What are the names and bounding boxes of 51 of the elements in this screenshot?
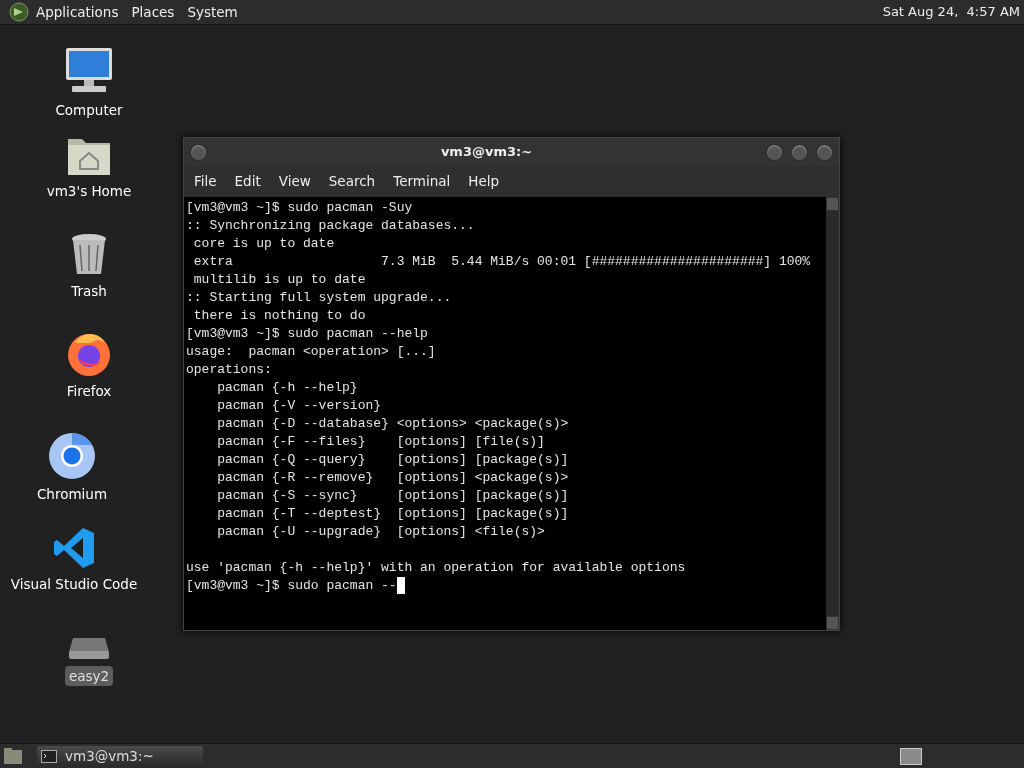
terminal-line: :: Starting full system upgrade... xyxy=(186,289,452,307)
window-title: vm3@vm3:~ xyxy=(439,143,534,162)
panel-menu[interactable]: Places xyxy=(131,1,175,23)
terminal-line: pacman {-U --upgrade} [options] <file(s)> xyxy=(216,523,545,541)
terminal-line: use 'pacman {-h --help}' with an operation for available options xyxy=(186,559,686,577)
desktop-icon-label[interactable]: Computer xyxy=(51,100,127,121)
terminal-line: multilib is up to date xyxy=(192,271,366,289)
terminal-line: core is up to date xyxy=(192,235,335,253)
terminal-line: operations: xyxy=(186,361,272,379)
menu-item[interactable]: View xyxy=(271,171,318,192)
menu-item[interactable]: Edit xyxy=(227,171,268,192)
terminal-line: usage: pacman <operation> [...] xyxy=(186,343,436,361)
terminal-line: pacman {-D --database} <options> <package(s)> xyxy=(216,415,569,433)
menu-item[interactable]: File xyxy=(187,171,224,192)
desktop-icon-label[interactable]: Firefox xyxy=(62,381,116,402)
terminal-icon xyxy=(41,749,57,763)
window-control-button[interactable] xyxy=(766,143,783,161)
terminal-line: pacman {-T --deptest} [options] [package(s)] xyxy=(216,505,569,523)
desktop-icon-label[interactable]: easy2 xyxy=(64,666,114,687)
terminal-line: pacman {-V --version} xyxy=(216,397,382,415)
desktop-icon-label[interactable]: vm3's Home xyxy=(42,181,136,202)
terminal-line: :: Synchronizing package databases... xyxy=(186,217,475,235)
panel-menu[interactable]: System xyxy=(187,1,238,23)
workspace-switcher[interactable] xyxy=(900,747,922,765)
window-control-button[interactable] xyxy=(791,143,808,161)
chromium-icon xyxy=(48,432,96,480)
panel-menu[interactable]: Applications xyxy=(36,1,119,23)
menu-item[interactable]: Search xyxy=(321,171,383,192)
terminal-line: [vm3@vm3 ~]$ sudo pacman --help xyxy=(186,325,428,343)
scrollbar[interactable] xyxy=(826,197,839,630)
menu-item[interactable]: Help xyxy=(461,171,507,192)
window-control-button[interactable] xyxy=(816,143,833,161)
terminal-line: pacman {-h --help} xyxy=(216,379,358,397)
desktop-icon-label[interactable]: Visual Studio Code xyxy=(6,574,142,595)
menu-item[interactable]: Terminal xyxy=(386,171,458,192)
terminal-line: pacman {-Q --query} [options] [package(s)] xyxy=(216,451,569,469)
terminal-line: [vm3@vm3 ~]$ sudo pacman -Suy xyxy=(186,199,413,217)
clock[interactable]: Sat Aug 24, 4:57 AM xyxy=(882,2,1020,22)
window-control-button[interactable] xyxy=(190,143,207,161)
code-editor-icon xyxy=(52,526,96,570)
terminal-line: pacman {-F --files} [options] [file(s)] xyxy=(216,433,545,451)
distro-logo-icon[interactable] xyxy=(9,2,29,22)
desktop-icon-label[interactable]: Chromium xyxy=(32,484,112,505)
terminal-line: extra 7.3 MiB 5.44 MiB/s 00:01 [######################] 100% xyxy=(192,253,811,271)
terminal-line: there is nothing to do xyxy=(192,307,366,325)
desktop-icon-label[interactable]: Trash xyxy=(67,281,111,302)
trash-icon xyxy=(70,233,108,277)
terminal-line: pacman {-R --remove} [options] <package(s)> xyxy=(216,469,569,487)
terminal-line: [vm3@vm3 ~]$ sudo pacman -- xyxy=(186,577,397,595)
drive-icon xyxy=(67,636,111,662)
terminal-line: pacman {-S --sync} [options] [package(s)] xyxy=(216,487,569,505)
